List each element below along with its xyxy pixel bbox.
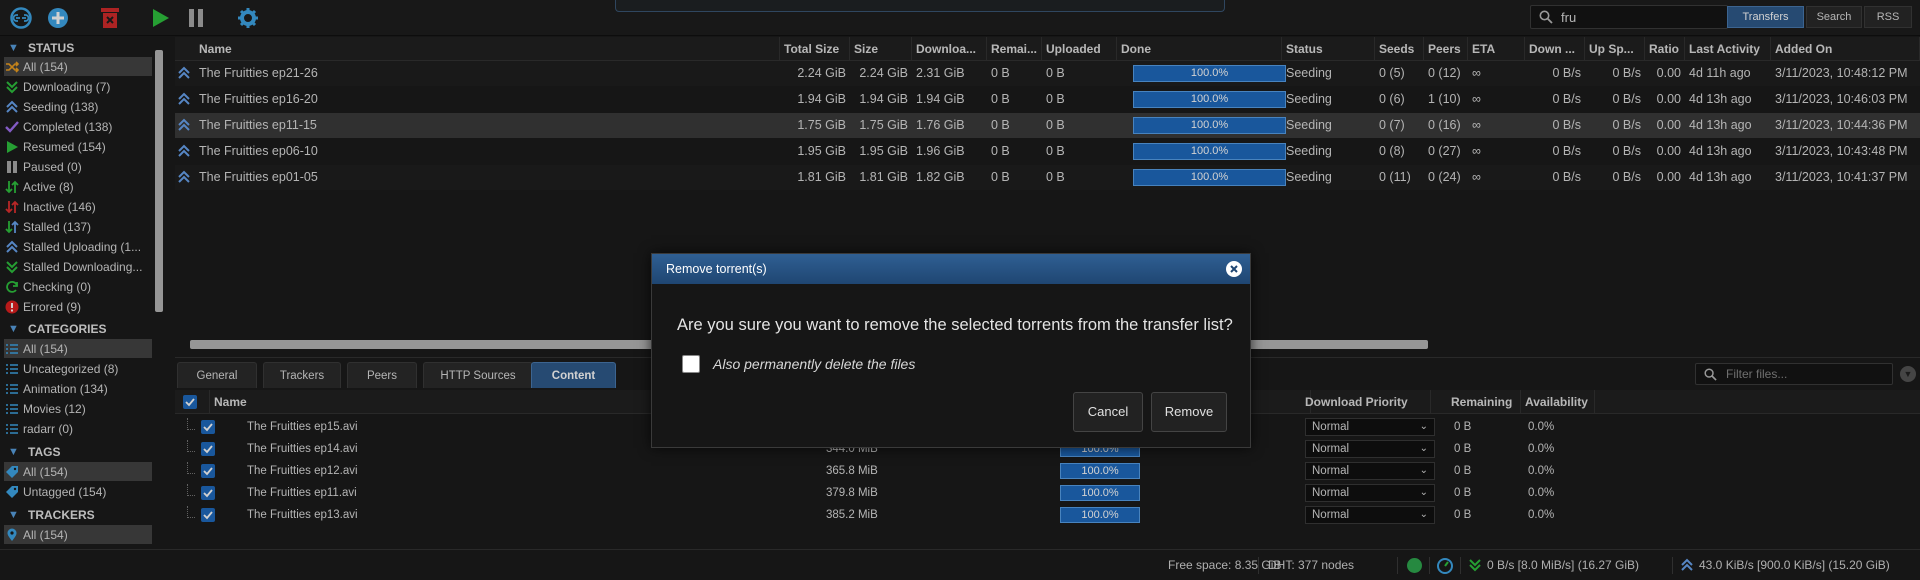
delete-files-label[interactable]: Also permanently delete the files — [713, 356, 915, 372]
cancel-button[interactable]: Cancel — [1073, 392, 1143, 432]
dialog-title: Remove torrent(s) — [652, 254, 1250, 284]
remove-button[interactable]: Remove — [1151, 392, 1227, 432]
remove-torrent-dialog: Remove torrent(s) Are you sure you want … — [651, 253, 1251, 448]
delete-files-checkbox[interactable] — [682, 355, 700, 373]
dialog-message: Are you sure you want to remove the sele… — [677, 316, 1233, 334]
close-icon[interactable] — [1226, 261, 1242, 277]
